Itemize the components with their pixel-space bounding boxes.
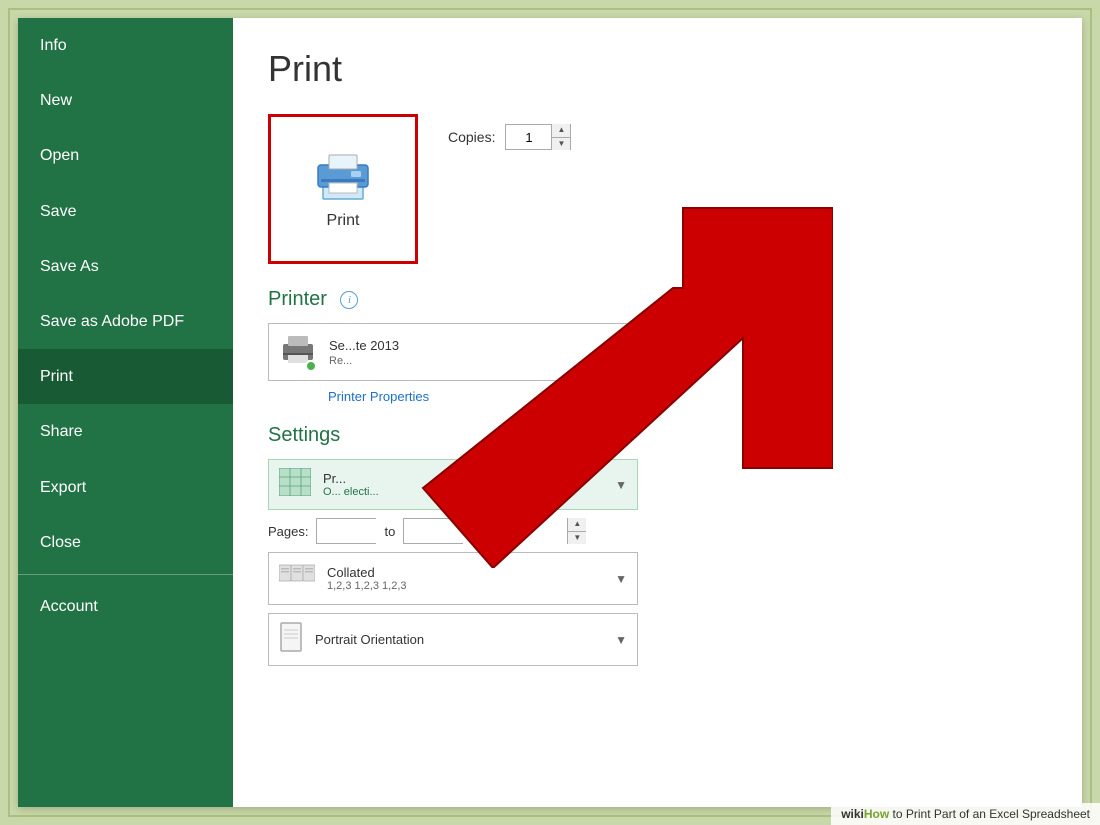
printer-info: Se...te 2013 Re... <box>329 338 615 367</box>
collated-dropdown-arrow: ▼ <box>615 572 627 586</box>
copies-area: Copies: ▲ ▼ <box>448 124 571 150</box>
settings-section: Settings Pr... O... electi... <box>268 424 1047 666</box>
portrait-icon-area <box>279 622 303 657</box>
collated-sub: 1,2,3 1,2,3 1,2,3 <box>327 580 615 592</box>
copies-down-button[interactable]: ▼ <box>552 137 570 151</box>
wikihow-bar: wikiHow to Print Part of an Excel Spread… <box>831 803 1100 825</box>
print-button[interactable]: Print <box>268 114 418 264</box>
pages-to-label: to <box>384 524 395 539</box>
pages-to-down[interactable]: ▼ <box>568 531 586 545</box>
settings-dropdown-arrow: ▼ <box>615 478 627 492</box>
printer-icon <box>313 149 373 204</box>
sidebar-item-print[interactable]: Print <box>18 349 233 404</box>
app-container: Info New Open Save Save As Save as Adobe… <box>18 18 1082 807</box>
sidebar-item-info[interactable]: Info <box>18 18 233 73</box>
pages-to-spinner: ▲ ▼ <box>567 518 586 544</box>
grid-icon <box>279 468 311 496</box>
pages-to-up[interactable]: ▲ <box>568 518 586 531</box>
copies-input[interactable] <box>506 125 551 149</box>
how-text: How <box>864 807 889 821</box>
sidebar-item-account[interactable]: Account <box>18 579 233 634</box>
portrait-dropdown-arrow: ▼ <box>615 633 627 647</box>
collated-main: Collated <box>327 565 615 580</box>
pages-to-group: ▲ ▼ <box>403 518 463 544</box>
printer-dropdown[interactable]: Se...te 2013 Re... ▼ <box>268 323 638 381</box>
portrait-dropdown[interactable]: Portrait Orientation ▼ <box>268 613 638 666</box>
copies-up-button[interactable]: ▲ <box>552 124 570 137</box>
portrait-label: Portrait Orientation <box>315 632 615 647</box>
info-icon[interactable]: i <box>340 291 358 309</box>
print-what-dropdown[interactable]: Pr... O... electi... ▼ <box>268 459 638 510</box>
collated-dropdown[interactable]: Collated 1,2,3 1,2,3 1,2,3 ▼ <box>268 552 638 605</box>
pages-label: Pages: <box>268 524 308 539</box>
collated-info: Collated 1,2,3 1,2,3 1,2,3 <box>327 565 615 592</box>
settings-info: Pr... O... electi... <box>323 471 615 498</box>
wiki-text: wiki <box>841 807 864 821</box>
sidebar-item-open[interactable]: Open <box>18 128 233 183</box>
settings-main: Pr... <box>323 471 615 486</box>
printer-section-header: Printer i <box>268 288 1047 311</box>
sidebar-item-share[interactable]: Share <box>18 404 233 459</box>
copies-input-group: ▲ ▼ <box>505 124 571 150</box>
printer-section: Printer i Se...te 2013 Re... <box>268 288 1047 404</box>
collated-icon-area <box>279 561 315 596</box>
pages-row: Pages: ▲ ▼ to ▲ ▼ <box>268 518 638 544</box>
sidebar-item-save-as[interactable]: Save As <box>18 239 233 294</box>
sidebar-item-save-adobe[interactable]: Save as Adobe PDF <box>18 294 233 349</box>
copies-label: Copies: <box>448 129 495 145</box>
page-title: Print <box>268 48 1047 90</box>
sidebar-item-new[interactable]: New <box>18 73 233 128</box>
printer-properties-link[interactable]: Printer Properties <box>328 389 1047 404</box>
printer-status-dot <box>305 360 317 372</box>
printer-dropdown-arrow: ▼ <box>615 345 627 359</box>
sidebar-item-save[interactable]: Save <box>18 184 233 239</box>
print-button-area: Print Copies: ▲ ▼ <box>268 114 1047 264</box>
grid-icon-area <box>279 468 311 501</box>
sidebar-divider <box>18 574 233 575</box>
wikihow-description: to Print Part of an Excel Spreadsheet <box>889 807 1090 821</box>
pages-from-group: ▲ ▼ <box>316 518 376 544</box>
settings-section-header: Settings <box>268 424 1047 447</box>
main-content: Print Print <box>233 18 1082 807</box>
printer-name: Se...te 2013 <box>329 338 615 353</box>
sidebar: Info New Open Save Save As Save as Adobe… <box>18 18 233 807</box>
pages-to-input[interactable] <box>404 519 567 543</box>
print-button-label: Print <box>327 212 360 230</box>
printer-icon-area <box>279 332 317 372</box>
sidebar-item-export[interactable]: Export <box>18 460 233 515</box>
settings-sub: O... electi... <box>323 486 615 498</box>
sidebar-item-close[interactable]: Close <box>18 515 233 570</box>
portrait-icon <box>279 622 303 652</box>
copies-spinner: ▲ ▼ <box>551 124 570 150</box>
printer-status: Re... <box>329 355 615 367</box>
collated-icon <box>279 561 315 591</box>
